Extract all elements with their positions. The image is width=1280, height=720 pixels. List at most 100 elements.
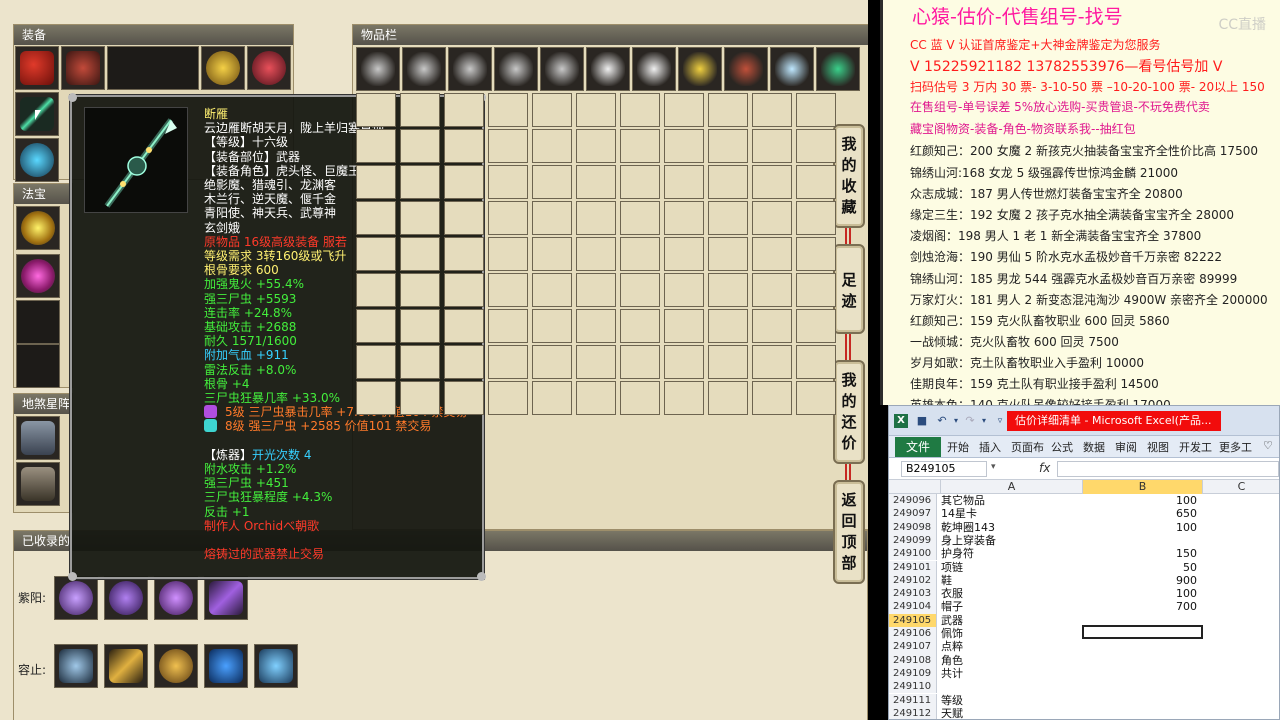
- ribbon-tab[interactable]: 插入: [979, 439, 1001, 455]
- inventory-cell[interactable]: [488, 381, 528, 415]
- row-number[interactable]: 249097: [889, 507, 937, 521]
- inventory-cell[interactable]: [620, 93, 660, 127]
- inventory-cell[interactable]: [488, 129, 528, 163]
- inventory-cell[interactable]: [708, 201, 748, 235]
- my-bids-button[interactable]: 我的还价: [833, 360, 865, 464]
- cell-b[interactable]: 700: [1083, 600, 1201, 613]
- inventory-cell[interactable]: [444, 309, 484, 343]
- inventory-cell[interactable]: [796, 129, 836, 163]
- inventory-cell[interactable]: [620, 129, 660, 163]
- inventory-cell[interactable]: [576, 309, 616, 343]
- equip-slot-necklace[interactable]: [247, 46, 291, 90]
- inventory-cell[interactable]: [796, 165, 836, 199]
- fabao-slot-4[interactable]: [16, 344, 60, 388]
- row-number[interactable]: 249112: [889, 706, 937, 719]
- inventory-cell[interactable]: [620, 345, 660, 379]
- inventory-cell[interactable]: [356, 345, 396, 379]
- inventory-cell[interactable]: [620, 309, 660, 343]
- inventory-cell[interactable]: [708, 129, 748, 163]
- inventory-slot[interactable]: [724, 47, 768, 91]
- cell-b[interactable]: 50: [1083, 561, 1201, 574]
- inventory-cell[interactable]: [444, 93, 484, 127]
- inventory-cell[interactable]: [356, 381, 396, 415]
- inventory-cell[interactable]: [752, 309, 792, 343]
- inventory-cell[interactable]: [752, 273, 792, 307]
- formula-input[interactable]: [1057, 461, 1279, 477]
- inventory-cell[interactable]: [532, 165, 572, 199]
- inventory-cell[interactable]: [356, 309, 396, 343]
- cell-a[interactable]: 武器: [941, 614, 1081, 627]
- selected-cell[interactable]: [1082, 625, 1203, 639]
- inventory-cell[interactable]: [400, 129, 440, 163]
- inventory-cell[interactable]: [796, 345, 836, 379]
- inventory-cell[interactable]: [576, 201, 616, 235]
- inventory-cell[interactable]: [532, 201, 572, 235]
- inventory-cell[interactable]: [532, 273, 572, 307]
- inventory-cell[interactable]: [532, 93, 572, 127]
- inventory-cell[interactable]: [356, 201, 396, 235]
- inventory-cell[interactable]: [752, 165, 792, 199]
- ribbon-tab[interactable]: 视图: [1147, 439, 1169, 455]
- equip-slot-armor[interactable]: [15, 46, 59, 90]
- collected-item[interactable]: [104, 644, 148, 688]
- inventory-cell[interactable]: [664, 93, 704, 127]
- inventory-cell[interactable]: [400, 201, 440, 235]
- inventory-cell[interactable]: [796, 381, 836, 415]
- inventory-cell[interactable]: [708, 237, 748, 271]
- row-number[interactable]: 249103: [889, 587, 937, 601]
- inventory-cell[interactable]: [620, 273, 660, 307]
- inventory-cell[interactable]: [620, 381, 660, 415]
- table-row[interactable]: 249111 等级: [889, 693, 1279, 707]
- inventory-cell[interactable]: [488, 165, 528, 199]
- cell-a[interactable]: 鞋: [941, 574, 1081, 587]
- inventory-cell[interactable]: [752, 201, 792, 235]
- inventory-slot[interactable]: [540, 47, 584, 91]
- table-row[interactable]: 249103 衣服 100: [889, 587, 1279, 601]
- inventory-cell[interactable]: [708, 309, 748, 343]
- inventory-cell[interactable]: [444, 237, 484, 271]
- column-a-header[interactable]: A: [941, 480, 1083, 494]
- cell-a[interactable]: 帽子: [941, 600, 1081, 613]
- row-number[interactable]: 249107: [889, 640, 937, 654]
- inventory-cell[interactable]: [796, 273, 836, 307]
- inventory-slot[interactable]: [816, 47, 860, 91]
- undo-icon[interactable]: ↶: [935, 414, 949, 428]
- tab-file[interactable]: 文件: [895, 437, 941, 457]
- inventory-cell[interactable]: [664, 237, 704, 271]
- disha-slot-2[interactable]: [16, 462, 60, 506]
- inventory-cell[interactable]: [532, 381, 572, 415]
- row-number[interactable]: 249110: [889, 680, 937, 694]
- inventory-cell[interactable]: [796, 201, 836, 235]
- dropdown-icon[interactable]: ▾: [949, 414, 963, 428]
- inventory-slot[interactable]: [586, 47, 630, 91]
- collected-item[interactable]: [104, 576, 148, 620]
- inventory-cell[interactable]: [532, 237, 572, 271]
- collected-item[interactable]: [54, 644, 98, 688]
- inventory-cell[interactable]: [708, 93, 748, 127]
- collected-item[interactable]: [204, 576, 248, 620]
- inventory-cell[interactable]: [576, 129, 616, 163]
- cell-a[interactable]: 点粹: [941, 640, 1081, 653]
- table-row[interactable]: 249107 点粹: [889, 640, 1279, 654]
- inventory-cell[interactable]: [752, 93, 792, 127]
- inventory-cell[interactable]: [576, 345, 616, 379]
- collected-item[interactable]: [54, 576, 98, 620]
- inventory-cell[interactable]: [400, 345, 440, 379]
- column-c-header[interactable]: C: [1203, 480, 1279, 494]
- inventory-cell[interactable]: [356, 129, 396, 163]
- inventory-slot[interactable]: [678, 47, 722, 91]
- cell-b[interactable]: 900: [1083, 574, 1201, 587]
- inventory-cell[interactable]: [576, 237, 616, 271]
- cell-b[interactable]: 100: [1083, 587, 1201, 600]
- inventory-cell[interactable]: [400, 237, 440, 271]
- ribbon-tab[interactable]: 数据: [1083, 439, 1105, 455]
- inventory-cell[interactable]: [444, 345, 484, 379]
- column-b-header[interactable]: B: [1083, 480, 1203, 494]
- inventory-cell[interactable]: [796, 93, 836, 127]
- inventory-cell[interactable]: [488, 201, 528, 235]
- ribbon-tab[interactable]: 公式: [1051, 439, 1073, 455]
- inventory-cell[interactable]: [576, 273, 616, 307]
- inventory-cell[interactable]: [400, 309, 440, 343]
- inventory-cell[interactable]: [488, 309, 528, 343]
- inventory-slot[interactable]: [632, 47, 676, 91]
